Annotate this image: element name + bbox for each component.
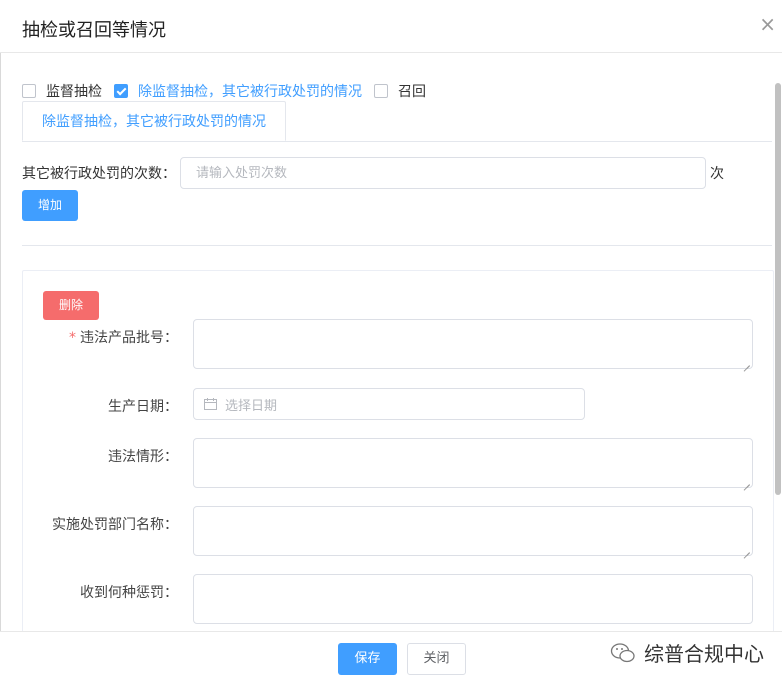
violation-textarea[interactable]	[193, 438, 753, 488]
penalty-count-label: 其它被行政处罚的次数：	[22, 166, 176, 182]
resize-handle-icon[interactable]	[742, 358, 750, 366]
checkbox-label: 召回	[398, 84, 426, 100]
production-date-label: 生产日期：	[108, 399, 178, 415]
resize-handle-icon[interactable]	[742, 477, 750, 485]
dialog: 抽检或召回等情况 × 监督抽检 除监督抽检，其它被行政处罚的情况 召回 除监督抽…	[0, 0, 782, 687]
penalty-type-label: 收到何种惩罚：	[80, 585, 178, 601]
watermark-text: 综普合规中心	[644, 642, 764, 666]
calendar-icon	[204, 398, 217, 410]
checkbox-box[interactable]	[22, 84, 36, 98]
violation-label: 违法情形：	[108, 449, 178, 465]
penalty-type-textarea[interactable]	[193, 574, 753, 624]
divider	[22, 245, 772, 246]
close-button[interactable]: 关闭	[407, 643, 466, 675]
checkbox-supervision-sampling[interactable]: 监督抽检	[22, 81, 102, 101]
watermark: 综普合规中心	[610, 638, 764, 667]
delete-button[interactable]: 删除	[43, 291, 99, 320]
penalty-count-input[interactable]	[180, 157, 706, 189]
dialog-body: 监督抽检 除监督抽检，其它被行政处罚的情况 召回 除监督抽检，其它被行政处罚的情…	[0, 53, 782, 631]
penalty-count-unit: 次	[710, 166, 724, 182]
checkbox-box[interactable]	[374, 84, 388, 98]
batch-no-label-text: 违法产品批号：	[80, 330, 178, 346]
scrollbar-thumb[interactable]	[775, 83, 781, 495]
save-button[interactable]: 保存	[338, 643, 397, 675]
add-button[interactable]: 增加	[22, 190, 78, 221]
resize-handle-icon[interactable]	[742, 545, 750, 553]
department-label: 实施处罚部门名称：	[52, 517, 178, 533]
dialog-title: 抽检或召回等情况	[22, 20, 166, 41]
batch-no-textarea[interactable]	[193, 319, 753, 369]
department-textarea[interactable]	[193, 506, 753, 556]
batch-no-label: * 违法产品批号：	[69, 327, 178, 347]
dialog-header: 抽检或召回等情况 ×	[0, 0, 782, 53]
production-date-picker[interactable]: 选择日期	[193, 388, 585, 420]
checkbox-label: 除监督抽检，其它被行政处罚的情况	[138, 84, 362, 100]
checkbox-recall[interactable]: 召回	[374, 81, 426, 101]
tab-other-penalty[interactable]: 除监督抽检，其它被行政处罚的情况	[22, 101, 286, 141]
close-icon[interactable]: ×	[759, 14, 776, 34]
checkbox-other-penalty[interactable]: 除监督抽检，其它被行政处罚的情况	[114, 81, 362, 101]
required-mark: *	[69, 330, 76, 346]
situation-checkbox-group: 监督抽检 除监督抽检，其它被行政处罚的情况 召回	[22, 81, 438, 101]
wechat-icon	[610, 642, 635, 662]
checkbox-box-checked[interactable]	[114, 84, 128, 98]
checkbox-label: 监督抽检	[46, 84, 102, 100]
date-placeholder: 选择日期	[225, 398, 278, 414]
